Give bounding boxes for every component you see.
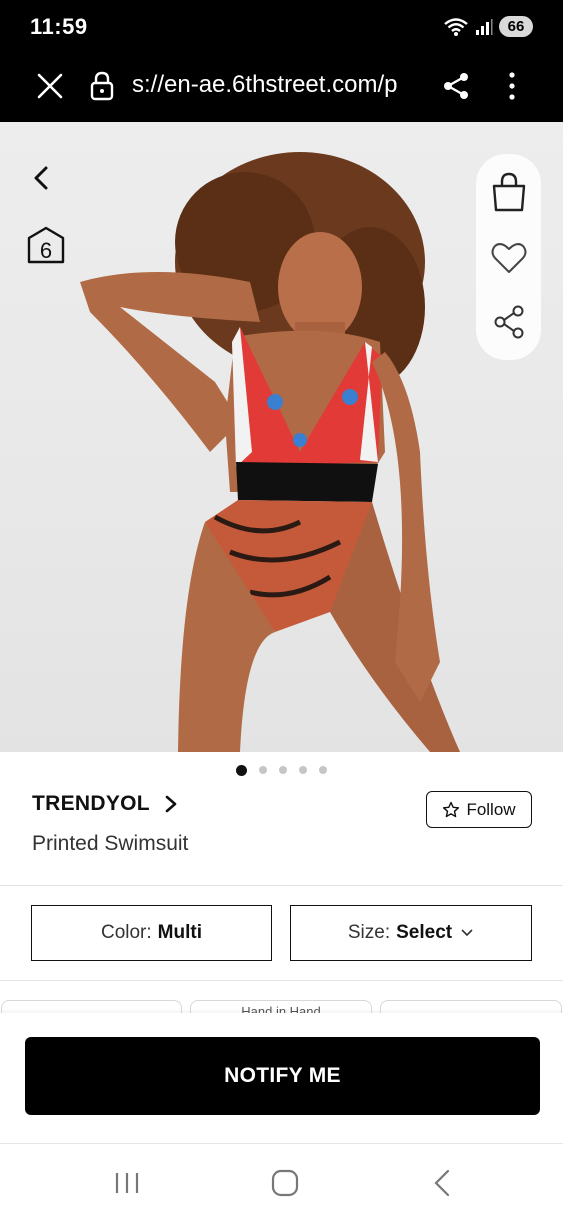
heart-icon[interactable]: [490, 240, 528, 276]
carousel-dot[interactable]: [299, 766, 307, 774]
follow-label: Follow: [466, 799, 516, 819]
system-nav-bar: [0, 1143, 563, 1219]
carousel-dot[interactable]: [259, 766, 267, 774]
product-title: Printed Swimsuit: [32, 832, 189, 855]
brand-link[interactable]: TRENDYOL: [32, 792, 178, 816]
browser-toolbar: s://en-ae.6thstreet.com/p: [0, 56, 563, 122]
close-icon[interactable]: [34, 70, 66, 102]
size-selector[interactable]: Size: Select: [290, 905, 532, 961]
home-icon[interactable]: [270, 1168, 300, 1198]
color-label: Color:: [100, 922, 152, 943]
signal-icon: [476, 18, 493, 35]
carousel-dot[interactable]: [319, 766, 327, 774]
follow-button[interactable]: Follow: [426, 791, 532, 828]
carousel-dots: [0, 763, 563, 777]
feature-cards: Hand in Hand: [0, 1000, 563, 1014]
chevron-down-icon: [461, 929, 473, 937]
chevron-left-icon[interactable]: [26, 162, 58, 194]
notify-me-button[interactable]: NOTIFY ME: [25, 1037, 540, 1115]
brand-name[interactable]: TRENDYOL: [32, 792, 150, 816]
lock-icon[interactable]: [88, 70, 116, 102]
recent-apps-icon[interactable]: [112, 1170, 142, 1196]
size-label: Size:: [347, 922, 391, 943]
wifi-icon: [444, 17, 468, 36]
divider: [0, 980, 563, 981]
divider: [0, 885, 563, 886]
carousel-dot-active[interactable]: [236, 764, 247, 776]
battery-indicator: 66: [499, 16, 533, 37]
kebab-menu-icon[interactable]: [500, 70, 524, 102]
chevron-right-icon[interactable]: [164, 795, 178, 813]
status-bar: 11:59 66: [0, 0, 563, 56]
share-icon[interactable]: [440, 70, 472, 102]
image-action-panel: [476, 154, 541, 360]
shopping-bag-icon[interactable]: [488, 170, 530, 214]
status-icons: 66: [443, 16, 533, 37]
logo-label: 6: [39, 238, 53, 263]
size-value: Select: [396, 922, 453, 943]
star-icon: [443, 801, 460, 817]
cta-area: NOTIFY ME: [0, 1013, 563, 1143]
feature-card[interactable]: [380, 1000, 562, 1014]
back-icon[interactable]: [430, 1168, 454, 1198]
feature-card[interactable]: Hand in Hand: [190, 1000, 372, 1014]
url-bar[interactable]: s://en-ae.6thstreet.com/p: [132, 71, 420, 103]
brand-logo[interactable]: 6: [26, 226, 66, 268]
feature-card[interactable]: [1, 1000, 182, 1014]
color-value: Multi: [157, 922, 202, 943]
status-time: 11:59: [30, 14, 88, 39]
carousel-dot[interactable]: [279, 766, 287, 774]
share-icon[interactable]: [492, 304, 526, 340]
product-image[interactable]: 6: [0, 122, 563, 752]
color-selector[interactable]: Color: Multi: [31, 905, 272, 961]
